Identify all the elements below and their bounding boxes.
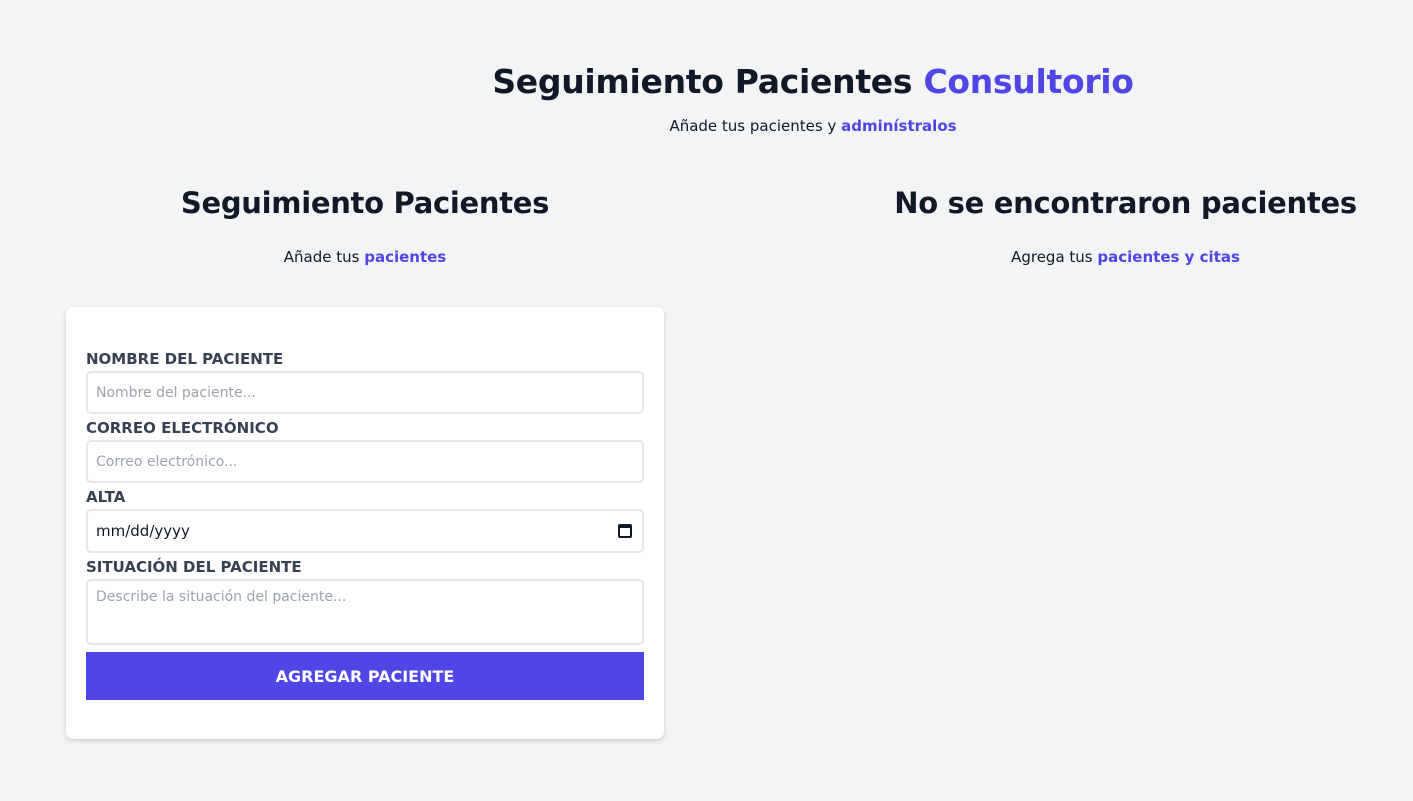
patient-list-section: No se encontraron pacientes Agrega tus p… bbox=[838, 186, 1413, 266]
form-section-header: Seguimiento Pacientes Añade tus paciente… bbox=[66, 186, 664, 266]
page-title-main: Seguimiento Pacientes bbox=[492, 62, 913, 101]
situation-field-group: SITUACIÓN DEL PACIENTE bbox=[86, 555, 644, 645]
form-section-subtitle-accent: pacientes bbox=[364, 248, 447, 266]
page-title-accent: Consultorio bbox=[923, 62, 1134, 101]
form-section-subtitle-text: Añade tus bbox=[283, 248, 360, 266]
empty-list-subtitle-accent: pacientes y citas bbox=[1097, 248, 1240, 266]
empty-list-title: No se encontraron pacientes bbox=[894, 186, 1357, 220]
email-field-group: CORREO ELECTRÓNICO bbox=[86, 416, 644, 483]
form-section-subtitle: Añade tus pacientes bbox=[66, 248, 664, 266]
discharge-field-group: ALTA mm/dd/yyyy bbox=[86, 485, 644, 553]
page-title: Seguimiento Pacientes Consultorio bbox=[0, 62, 1413, 101]
empty-list-subtitle-text: Agrega tus bbox=[1011, 248, 1093, 266]
patient-form: NOMBRE DEL PACIENTE CORREO ELECTRÓNICO A… bbox=[66, 307, 664, 739]
form-section-title: Seguimiento Pacientes bbox=[180, 186, 550, 220]
empty-list-subtitle: Agrega tus pacientes y citas bbox=[838, 248, 1413, 266]
add-patient-button[interactable]: AGREGAR PACIENTE bbox=[86, 652, 644, 700]
name-field-group: NOMBRE DEL PACIENTE bbox=[86, 347, 644, 414]
calendar-icon[interactable] bbox=[618, 524, 632, 538]
situation-textarea[interactable] bbox=[86, 579, 644, 645]
app-root: Seguimiento Pacientes Consultorio Añade … bbox=[0, 0, 1413, 801]
discharge-label: ALTA bbox=[86, 488, 126, 506]
email-label: CORREO ELECTRÓNICO bbox=[86, 419, 279, 437]
patient-name-input[interactable] bbox=[86, 371, 644, 414]
situation-label: SITUACIÓN DEL PACIENTE bbox=[86, 558, 302, 576]
name-label: NOMBRE DEL PACIENTE bbox=[86, 350, 284, 368]
page-subtitle-accent: adminístralos bbox=[841, 117, 957, 135]
discharge-date-input[interactable]: mm/dd/yyyy bbox=[86, 509, 644, 553]
email-input[interactable] bbox=[86, 440, 644, 483]
page-subtitle: Añade tus pacientes y adminístralos bbox=[0, 117, 1413, 135]
date-format-text: mm/dd/yyyy bbox=[96, 522, 190, 540]
page-subtitle-text: Añade tus pacientes y bbox=[669, 117, 837, 135]
